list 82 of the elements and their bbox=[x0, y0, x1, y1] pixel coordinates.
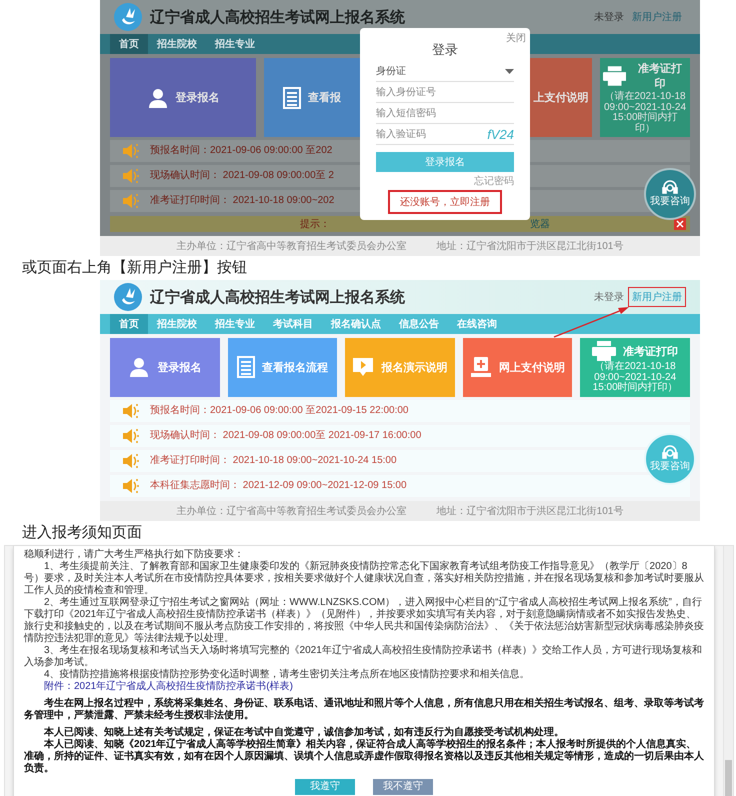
paragraph: 本人已阅读、知晓《2021年辽宁省成人高等学校招生简章》相关内容，保证符合成人高等学校招生的报名条件；本人报考时所提供的个人信息真实、准确，所持的证件、证书真实有效，如有在因个人原因漏填、误填个人信息或弄虚作假取得报名资格以及违反其他相关规定等情形，造成的一切后果由本人负责。 bbox=[24, 738, 704, 774]
input-field[interactable]: 输入身份证号 bbox=[376, 87, 514, 102]
document-icon bbox=[283, 86, 301, 108]
nav-tab[interactable]: 招生院校 bbox=[148, 34, 206, 54]
printer-icon bbox=[603, 66, 626, 86]
speaker-icon bbox=[122, 168, 140, 184]
menu-tile[interactable]: 报名演示说明 bbox=[345, 338, 455, 396]
notice-text: 准考证打印时间： 2021-10-18 09:00~202 bbox=[150, 195, 334, 207]
site-title: 辽宁省成人高校招生考试网上报名系统 bbox=[150, 288, 405, 306]
printer-icon bbox=[592, 341, 616, 361]
logo-icon bbox=[114, 283, 142, 311]
speaker-icon bbox=[122, 143, 140, 159]
close-link[interactable]: 关闭 bbox=[506, 31, 526, 45]
notice-text: 现场确认时间： 2021-09-08 09:00:00至 2 bbox=[150, 170, 334, 182]
person-icon bbox=[146, 86, 168, 108]
paragraph: 4、疫情防控措施将根据疫情防控形势变化适时调整，请考生密切关注考点所在地区疫情防控要求和相关信息。 bbox=[43, 668, 531, 680]
menu-tile[interactable]: 查看报名流程 bbox=[228, 338, 338, 396]
paragraph: 考生在网上报名过程中，系统将采集姓名、身份证、联系电话、通讯地址和照片等个人信息，所有信息只用在相关招生考试报名、组考、录取等考试考务管理中，严禁泄露、严禁未经考生授权非法使用。 bbox=[24, 698, 704, 722]
notice-text: 预报名时间：2021-09-06 09:00:00 至202 bbox=[150, 145, 332, 157]
paragraph: 1、考生须提前关注、了解教育部和国家卫生健康委印发的《新冠肺炎疫情防控常态化下国家教育考试组考防疫工作指导意见》（教学厅〔2020〕8号）要求，及时关注本人考试所在市疫情防控具体要求，按相关要求做好个人健康状况自查，落实好相关防控措施，并在报名现场复核和参加考试时要服从工作人员的疫情检查和管理。 bbox=[24, 560, 704, 596]
accept-button[interactable]: 我遵守 bbox=[295, 778, 355, 794]
speaker-icon bbox=[122, 428, 140, 444]
nav-tab[interactable]: 招生专业 bbox=[206, 34, 264, 54]
register-link[interactable]: 新用户注册 bbox=[628, 7, 686, 27]
nav-tab[interactable]: 信息公告 bbox=[390, 314, 448, 334]
play-icon bbox=[352, 356, 374, 378]
nav-tab[interactable]: 首页 bbox=[110, 34, 148, 54]
scrollbar[interactable] bbox=[723, 546, 733, 796]
close-icon[interactable] bbox=[674, 218, 686, 230]
document-icon bbox=[236, 356, 255, 378]
paragraph: 本人已阅读、知晓上述有关考试规定，保证在考试中自觉遵守，诚信参加考试，如有违反行为自愿接受考试机构处理。 bbox=[42, 726, 565, 738]
menu-tile[interactable]: 上支付说明 bbox=[530, 58, 592, 137]
nav-tab[interactable]: 在线咨询 bbox=[448, 314, 506, 334]
nav-tab[interactable]: 首页 bbox=[110, 314, 148, 334]
paragraph: 2、考生通过互联网登录辽宁招生考试之窗网站（网址：WWW.LNZSKS.COM），进入网报中心栏目的“辽宁省成人高校招生考试网上报名系统”，自行下载打印《2021年辽宁省成人高校招生疫情防控承诺书（样表）》（见附件），并按要求如实填写有关内容，对于刻意隐瞒病情或者不如实报告发热史、旅行史和接触史的，以及在考试期间不服从考点防疫工作安排的，将按照《中华人民共和国传染病防治法》、《关于依法惩治妨害新型冠状病毒感染肺炎疫情防控违法犯罪的意见》等法律法规予以处理。 bbox=[24, 596, 704, 644]
menu-tile[interactable]: 准考证打印 （请在2021-10-18 09:00~2021-10-24 15:00时间内打印） bbox=[600, 58, 690, 137]
headset-icon bbox=[662, 180, 678, 194]
attachment-link[interactable]: 附件：2021年辽宁省成人高校招生疫情防控承诺书(样表) bbox=[44, 680, 293, 692]
menu-tile[interactable]: 登录报名 bbox=[110, 338, 220, 396]
notice-text: 现场确认时间： 2021-09-08 09:00:00至 2021-09-17 16:00:00 bbox=[150, 430, 422, 442]
logo-icon bbox=[114, 3, 142, 31]
caret-icon bbox=[505, 68, 514, 74]
login-status: 未登录 bbox=[594, 10, 624, 24]
menu-tile[interactable]: 登录报名 bbox=[110, 58, 256, 137]
paragraph: 3、考生在报名现场复核和考试当天入场时将填写完整的《2021年辽宁省成人高校招生疫情防控承诺书（样表）》交给工作人员，方可进行现场复核和入场参加考试。 bbox=[24, 644, 703, 668]
speaker-icon bbox=[122, 478, 140, 494]
register-link[interactable]: 还没账号，立即注册 bbox=[388, 190, 502, 214]
input-field[interactable]: 输入验证码 bbox=[376, 129, 488, 144]
speaker-icon bbox=[122, 452, 140, 468]
register-link[interactable]: 新用户注册 bbox=[628, 287, 686, 307]
tip-text: 览器 bbox=[530, 218, 551, 231]
login-button[interactable]: 登录报名 bbox=[376, 152, 514, 172]
paragraph: 稳顺利进行，请广大考生严格执行如下防疫要求： bbox=[24, 548, 245, 560]
nav-tab[interactable]: 考试科目 bbox=[264, 314, 322, 334]
nav-tab[interactable]: 招生院校 bbox=[148, 314, 206, 334]
footer-text: 地址：辽宁省沈阳市于洪区昆江北街101号 bbox=[436, 504, 624, 518]
footer-text: 主办单位：辽宁省高中等教育招生考试委员会办公室 bbox=[176, 504, 407, 518]
menu-tile[interactable]: 准考证打印 （请在2021-10-18 09:00~2021-10-24 15:00时间内打印） bbox=[580, 338, 690, 396]
footer-text: 地址：辽宁省沈阳市于洪区昆江北街101号 bbox=[436, 240, 624, 253]
person-icon bbox=[128, 356, 150, 378]
caption-text: 或页面右上角【新用户注册】按钮 bbox=[22, 259, 247, 276]
decline-button[interactable]: 我不遵守 bbox=[373, 778, 433, 794]
notice-text: 本科征集志愿时间： 2021-12-09 09:00~2021-12-09 15:00 bbox=[150, 480, 407, 492]
site-title: 辽宁省成人高校招生考试网上报名系统 bbox=[150, 8, 405, 26]
speaker-icon bbox=[122, 193, 140, 209]
tray-icon bbox=[470, 356, 492, 378]
speaker-icon bbox=[122, 402, 140, 418]
tip-label: 提示： bbox=[299, 218, 331, 231]
headset-icon bbox=[662, 444, 678, 458]
id-type-select[interactable]: 身份证 bbox=[376, 61, 514, 82]
forgot-password-link[interactable]: 忘记密码 bbox=[474, 174, 514, 188]
captcha-code[interactable]: fV24 bbox=[487, 127, 514, 144]
nav-tab[interactable]: 招生专业 bbox=[206, 314, 264, 334]
dialog-title: 登录 bbox=[431, 41, 459, 59]
menu-tile[interactable]: 查看报 bbox=[264, 58, 360, 137]
nav-tab[interactable]: 报名确认点 bbox=[322, 314, 390, 334]
caption-text: 进入报考须知页面 bbox=[22, 524, 142, 540]
footer-text: 主办单位：辽宁省高中等教育招生考试委员会办公室 bbox=[176, 240, 407, 253]
notice-text: 预报名时间：2021-09-06 09:00:00 至2021-09-15 22:00:00 bbox=[150, 404, 408, 416]
notice-text: 准考证打印时间： 2021-10-18 09:00~2021-10-24 15:00 bbox=[150, 454, 397, 466]
login-status: 未登录 bbox=[594, 290, 624, 304]
menu-tile[interactable]: 网上支付说明 bbox=[462, 338, 572, 396]
